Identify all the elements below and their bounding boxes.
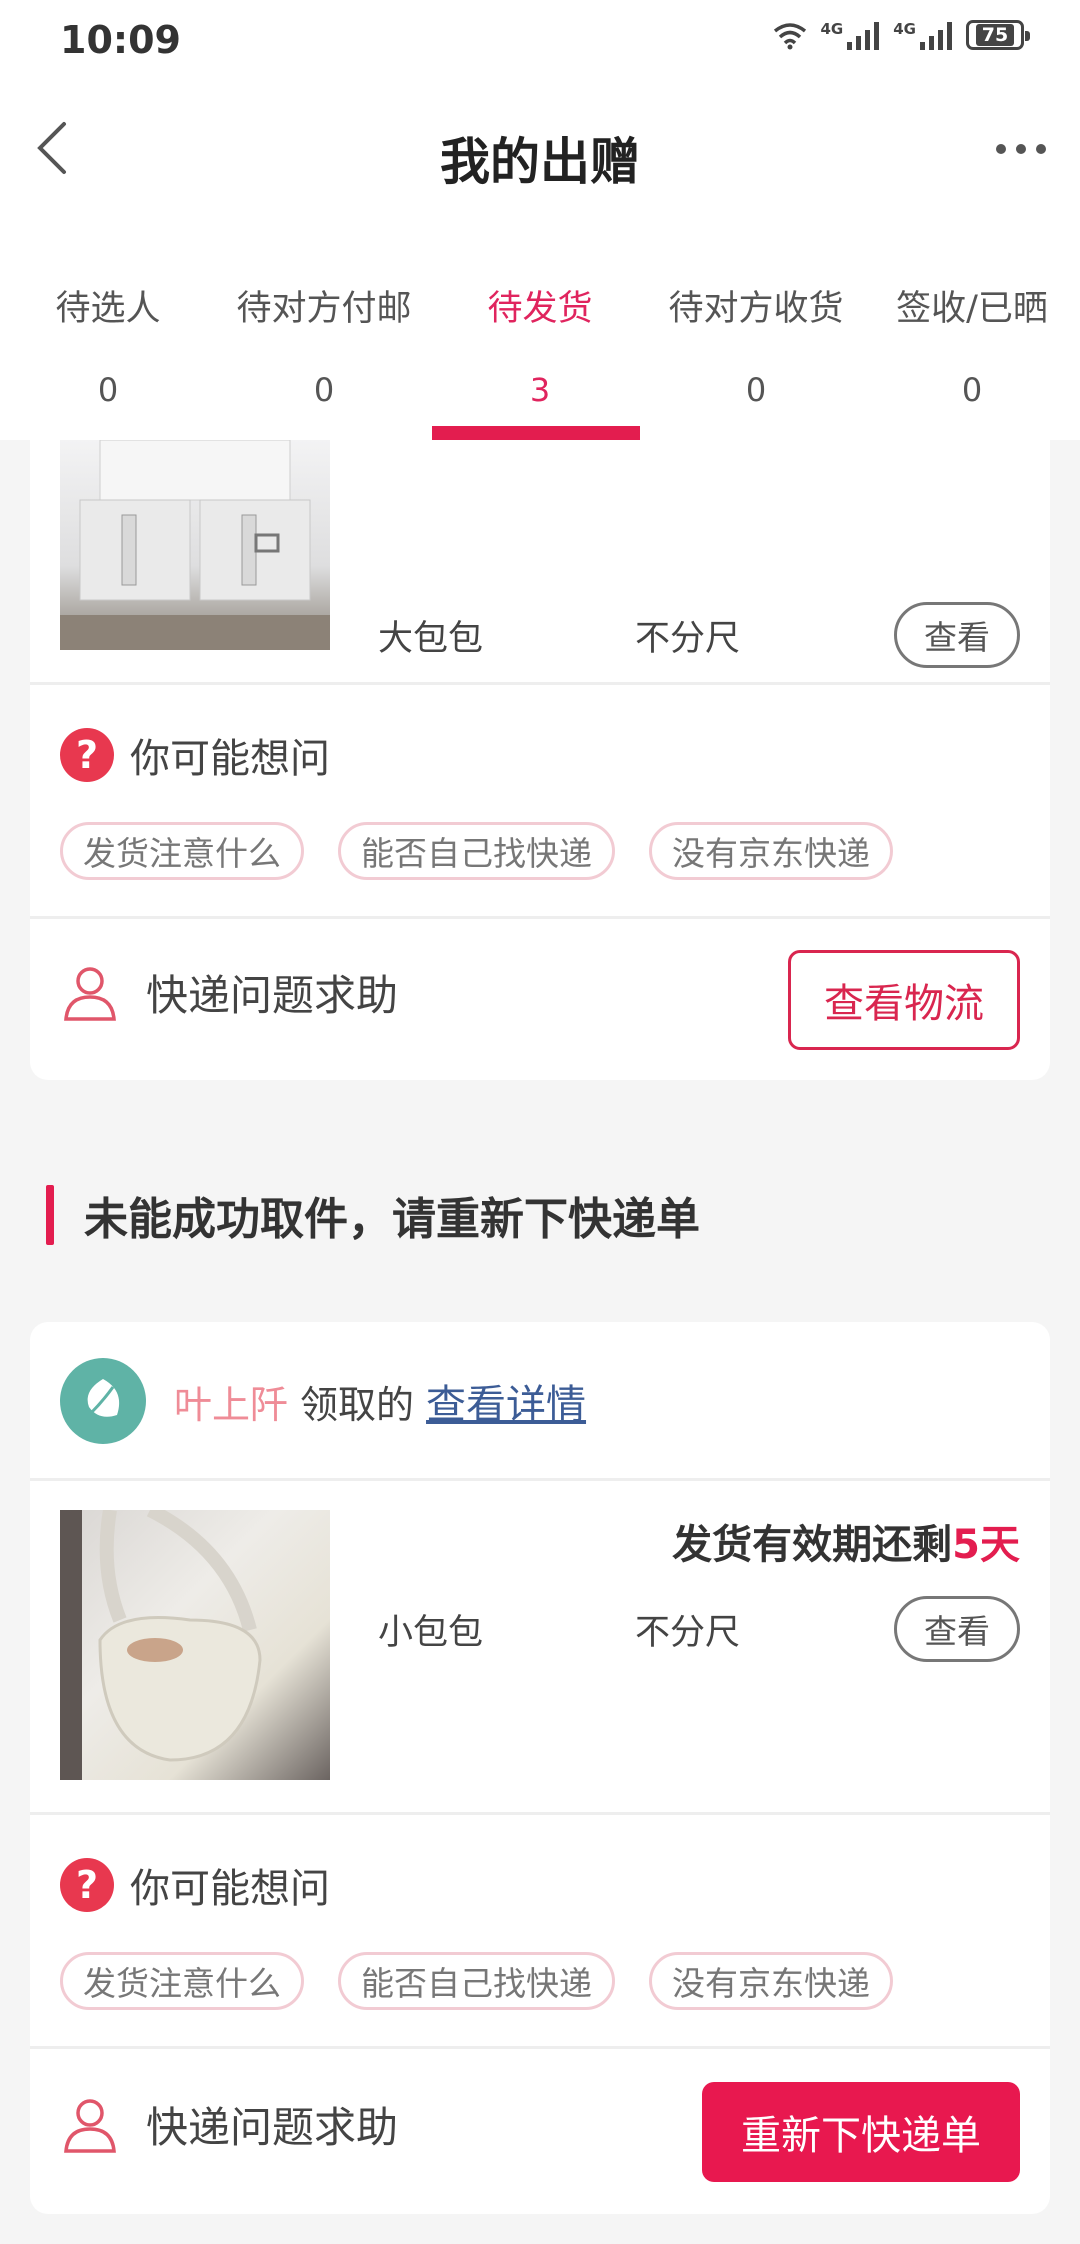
view-button[interactable]: 查看	[894, 602, 1020, 668]
tab-pending-select[interactable]: 待选人 0	[0, 226, 216, 440]
backpack-image	[60, 440, 330, 650]
product-image[interactable]	[60, 1510, 330, 1780]
order-card: 大包包 不分尺 查看 ? 你可能想问 发货注意什么 能否自己找快递 没有京东快递…	[30, 440, 1050, 1080]
tab-count: 3	[529, 371, 551, 409]
faq-chip[interactable]: 能否自己找快递	[338, 1952, 615, 2010]
tab-label: 待对方付邮	[236, 289, 412, 329]
courier-help-label: 快递问题求助	[146, 2103, 399, 2152]
tab-count: 0	[745, 371, 767, 409]
page-title: 我的出赠	[440, 133, 640, 191]
divider	[30, 682, 1050, 685]
product-size: 不分尺	[635, 619, 741, 659]
person-icon	[64, 966, 116, 1021]
tab-label: 待对方收货	[668, 289, 844, 329]
tab-pending-shipment[interactable]: 待发货 3	[432, 226, 648, 440]
tab-pending-receipt[interactable]: 待对方收货 0	[648, 226, 864, 440]
faq-title: 你可能想问	[130, 736, 330, 782]
tab-label: 签收/已晒	[896, 289, 1048, 329]
status-time: 10:09	[60, 18, 181, 62]
reorder-courier-button[interactable]: 重新下快递单	[702, 2082, 1020, 2182]
product-image[interactable]	[60, 440, 330, 650]
faq-chip[interactable]: 发货注意什么	[60, 822, 304, 880]
tab-received[interactable]: 签收/已晒 0	[864, 226, 1080, 440]
tab-count: 0	[313, 371, 335, 409]
deadline-days: 5天	[952, 1522, 1020, 1568]
tab-count: 0	[961, 371, 983, 409]
status-tabs: 待选人 0 待对方付邮 0 待发货 3 待对方收货 0 签收/已晒 0	[0, 226, 1080, 440]
question-icon: ?	[60, 728, 114, 782]
divider	[30, 1478, 1050, 1481]
faq-chip[interactable]: 没有京东快递	[649, 1952, 893, 2010]
status-bar: 10:09 4G 4G 75	[0, 0, 1080, 86]
faq-title: 你可能想问	[130, 1866, 330, 1912]
faq-chip[interactable]: 发货注意什么	[60, 1952, 304, 2010]
question-icon: ?	[60, 1858, 114, 1912]
wifi-icon	[773, 23, 806, 50]
faq-chips: 发货注意什么 能否自己找快递 没有京东快递	[60, 1952, 893, 2010]
nav-bar: 我的出赠	[0, 86, 1080, 226]
signal-icon: 4G	[893, 20, 952, 50]
courier-help-label: 快递问题求助	[146, 971, 399, 1020]
faq-chip[interactable]: 没有京东快递	[649, 822, 893, 880]
signal-icon: 4G	[821, 20, 880, 50]
product-name: 大包包	[378, 619, 484, 659]
tab-active-indicator	[432, 426, 640, 440]
avatar[interactable]	[60, 1358, 146, 1444]
product-name: 小包包	[378, 1613, 484, 1653]
faq-chips: 发货注意什么 能否自己找快递 没有京东快递	[60, 822, 893, 880]
divider	[30, 916, 1050, 919]
faq-chip[interactable]: 能否自己找快递	[338, 822, 615, 880]
view-button[interactable]: 查看	[894, 1596, 1020, 1662]
view-logistics-button[interactable]: 查看物流	[788, 950, 1020, 1050]
section-header: 未能成功取件，请重新下快递单	[46, 1183, 700, 1247]
order-card: 叶上阡 领取的 查看详情 发货有效期还剩5天 小包包 不分尺 查看 ? 你可能想…	[30, 1322, 1050, 2214]
claim-info: 叶上阡 领取的 查看详情	[60, 1358, 586, 1444]
courier-help[interactable]: 快递问题求助	[60, 962, 398, 1023]
more-horizontal-icon[interactable]	[996, 144, 1046, 154]
ship-deadline: 发货有效期还剩5天	[672, 1512, 1020, 1570]
deadline-text: 发货有效期还剩	[672, 1522, 953, 1568]
battery-icon: 75	[966, 20, 1030, 50]
faq-header: ? 你可能想问	[60, 726, 330, 784]
tab-count: 0	[97, 371, 119, 409]
tab-label: 待发货	[487, 289, 593, 329]
shoulder-bag-image	[60, 1510, 262, 1780]
status-icons: 4G 4G 75	[773, 20, 1030, 50]
tab-pending-postage[interactable]: 待对方付邮 0	[216, 226, 432, 440]
leaf-icon	[87, 1379, 120, 1417]
battery-level: 75	[975, 24, 1015, 46]
courier-help[interactable]: 快递问题求助	[60, 2094, 398, 2155]
claimer-name[interactable]: 叶上阡	[174, 1374, 288, 1429]
claim-text: 领取的	[300, 1382, 415, 1427]
divider	[30, 1812, 1050, 1815]
section-accent-bar	[46, 1185, 54, 1245]
tab-label: 待选人	[55, 289, 161, 329]
person-icon	[64, 2098, 116, 2153]
faq-header: ? 你可能想问	[60, 1856, 330, 1914]
view-details-link[interactable]: 查看详情	[426, 1372, 586, 1430]
product-size: 不分尺	[635, 1613, 741, 1653]
section-title: 未能成功取件，请重新下快递单	[84, 1194, 700, 1245]
divider	[30, 2046, 1050, 2049]
